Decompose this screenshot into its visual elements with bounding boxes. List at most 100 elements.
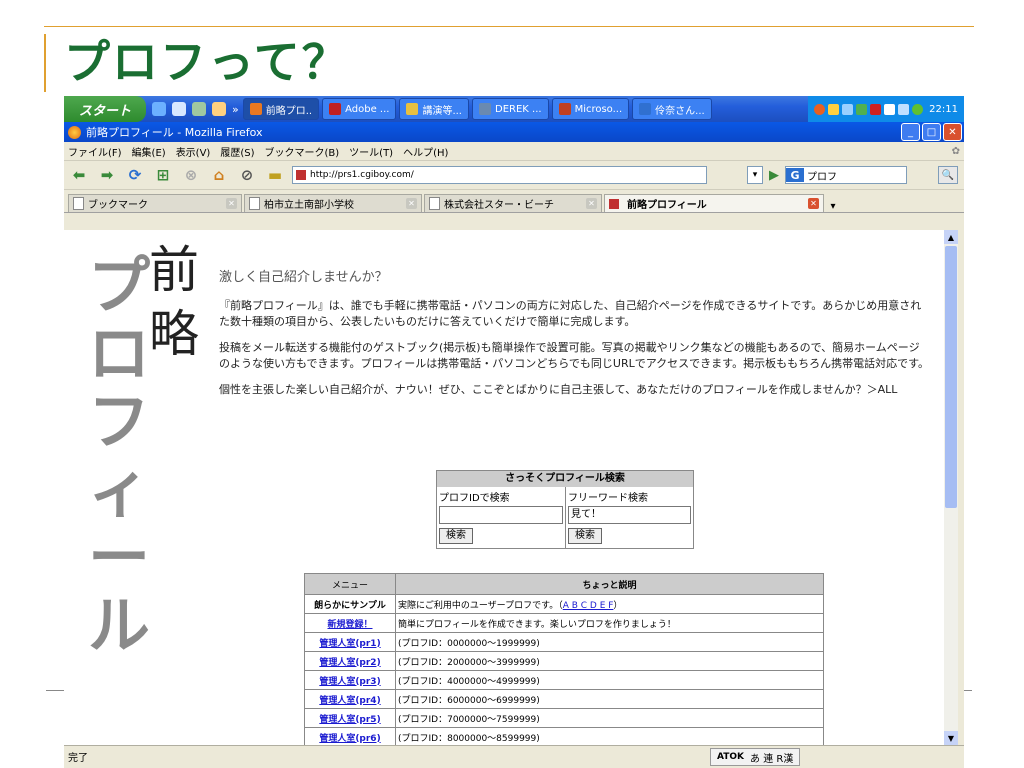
search-input[interactable]: G プロフ [785, 166, 907, 184]
media-icon[interactable] [192, 102, 206, 116]
tab-zenryaku-profile[interactable]: 前略プロフィール ✕ [604, 194, 824, 212]
scrollbar-thumb[interactable] [945, 246, 957, 508]
menu-link-admin-pr6[interactable]: 管理人室(pr6) [304, 727, 396, 745]
forward-button[interactable]: ➡ [96, 165, 118, 185]
minimize-button[interactable]: _ [901, 123, 920, 141]
search-go-icon[interactable]: 🔍 [938, 166, 958, 184]
menu-link-admin-pr4[interactable]: 管理人室(pr4) [304, 689, 396, 709]
pen-icon[interactable] [212, 102, 226, 116]
menu-bookmarks[interactable]: ブックマーク(B) [265, 144, 340, 159]
close-button[interactable]: ✕ [943, 123, 962, 141]
taskbar-item-firefox[interactable]: 前略プロ.. [242, 98, 320, 120]
tray-check-icon[interactable] [912, 103, 924, 115]
page-content: プロフィール 前略 激しく自己紹介しませんか？ 『前略プロフィール』は、誰でも手… [64, 230, 944, 745]
free-search-button[interactable]: 検索 [568, 528, 602, 544]
stop-button[interactable]: ⊗ [180, 165, 202, 185]
tab-school[interactable]: 柏市立土南部小学校 ✕ [244, 194, 422, 212]
site-favicon-icon [609, 198, 619, 209]
row-description: 実際にご利用中のユーザープロフです。（A B C D E F） [395, 594, 824, 614]
sample-links[interactable]: A B C D E F [563, 601, 614, 611]
row-description: (プロフID：0000000～1999999) [395, 632, 824, 652]
google-icon: G [786, 168, 804, 182]
row-description: (プロフID：4000000～4999999) [395, 670, 824, 690]
navigation-toolbar: ⬅ ➡ ⟳ ⊞ ⊗ ⌂ ⊘ ▬ http://prs1.cgiboy.com/ … [64, 161, 964, 190]
home-button[interactable]: ⌂ [208, 165, 230, 185]
ie-icon[interactable] [152, 102, 166, 116]
document-icon [73, 197, 84, 210]
tab-close-icon[interactable]: ✕ [226, 198, 237, 209]
menu-link-admin-pr3[interactable]: 管理人室(pr3) [304, 670, 396, 690]
document-icon [429, 197, 440, 210]
start-button[interactable]: スタート [64, 96, 146, 122]
id-search-column: プロフIDで検索 検索 [437, 487, 565, 548]
tab-close-icon[interactable]: ✕ [808, 198, 819, 209]
tab-bookmarks[interactable]: ブックマーク ✕ [68, 194, 242, 212]
reload-button[interactable]: ⟳ [124, 165, 146, 185]
logo-brush-text: 前略 [149, 241, 199, 363]
tray-app-icon[interactable] [828, 103, 840, 115]
tray-arrow-icon[interactable] [814, 103, 826, 115]
menu-link-admin-pr2[interactable]: 管理人室(pr2) [304, 651, 396, 671]
desktop-icon[interactable] [172, 102, 186, 116]
ime-brand: ATOK [717, 752, 745, 762]
intro-section: 激しく自己紹介しませんか？ 『前略プロフィール』は、誰でも手軽に携帯電話・パソコ… [219, 270, 929, 408]
firefox-icon [249, 103, 262, 115]
intro-heading: 激しく自己紹介しませんか？ [219, 270, 388, 285]
row-description: (プロフID：7000000～7599999) [395, 708, 824, 728]
menu-bar: ファイル(F) 編集(E) 表示(V) 履歴(S) ブックマーク(B) ツール(… [64, 142, 964, 161]
window-titlebar: 前略プロフィール - Mozilla Firefox _ □ ✕ [64, 122, 964, 142]
new-tab-icon[interactable]: ⊞ [152, 165, 174, 185]
quick-launch-more-icon[interactable]: » [232, 103, 239, 116]
tray-monitor-icon[interactable] [898, 103, 910, 115]
taskbar-item-derek[interactable]: DEREK ... [472, 98, 549, 120]
firefox-icon [68, 125, 81, 139]
menu-tools[interactable]: ツール(T) [349, 144, 393, 159]
quick-launch [152, 102, 226, 116]
tab-close-icon[interactable]: ✕ [406, 198, 417, 209]
tray-k-icon[interactable] [870, 103, 882, 115]
row-description: (プロフID：8000000～8599999) [395, 727, 824, 745]
menu-link-register[interactable]: 新規登録！ [304, 613, 396, 633]
maximize-button[interactable]: □ [922, 123, 941, 141]
back-button[interactable]: ⬅ [68, 165, 90, 185]
window-icon [479, 103, 491, 115]
menu-link-admin-pr1[interactable]: 管理人室(pr1) [304, 632, 396, 652]
scroll-up-icon[interactable]: ▲ [944, 230, 958, 244]
powerpoint-icon [558, 103, 571, 115]
tab-starbeach[interactable]: 株式会社スター・ビーチ ✕ [424, 194, 602, 212]
url-input[interactable]: http://prs1.cgiboy.com/ [292, 166, 707, 184]
menu-file[interactable]: ファイル(F) [68, 144, 122, 159]
intro-paragraph-3: 個性を主張した楽しい自己紹介が、ナウい！ぜひ、ここぞとばかりに自己主張して、あな… [219, 383, 898, 396]
tab-list-icon[interactable]: ▾ [826, 201, 840, 212]
row-description: (プロフID：2000000～3999999) [395, 651, 824, 671]
taskbar-item-microsoft[interactable]: Microso... [551, 98, 630, 120]
status-bar: 完了 ATOK あ 連 R漢 [64, 745, 964, 766]
menu-link-admin-pr5[interactable]: 管理人室(pr5) [304, 708, 396, 728]
taskbar-item-adobe[interactable]: Adobe ... [322, 98, 397, 120]
id-search-button[interactable]: 検索 [439, 528, 473, 544]
free-word-input[interactable]: 見て！ [568, 506, 691, 524]
taskbar-item-folder[interactable]: 講演等... [399, 98, 469, 120]
taskbar-item-ie[interactable]: 伶奈さん... [632, 98, 712, 120]
tab-close-icon[interactable]: ✕ [586, 198, 597, 209]
window-title: 前略プロフィール - Mozilla Firefox [86, 126, 263, 139]
bookmark-icon[interactable]: ▬ [264, 165, 286, 185]
menu-history[interactable]: 履歴(S) [220, 144, 254, 159]
vertical-scrollbar[interactable]: ▲ ▼ [944, 230, 958, 745]
slide-title: プロフって？ [64, 35, 350, 89]
scroll-down-icon[interactable]: ▼ [944, 731, 958, 745]
profile-id-input[interactable] [439, 506, 563, 524]
ime-toolbar[interactable]: ATOK あ 連 R漢 [710, 748, 801, 766]
menu-edit[interactable]: 編集(E) [132, 144, 166, 159]
tray-speaker-icon[interactable] [884, 103, 896, 115]
no-script-icon[interactable]: ⊘ [236, 165, 258, 185]
tray-network-icon[interactable] [842, 103, 854, 115]
row-description: 簡単にプロフィールを作成できます。楽しいプロフを作りましょう！ [395, 613, 824, 633]
adobe-icon [329, 103, 342, 115]
status-text: 完了 [68, 752, 88, 764]
tray-shield-icon[interactable] [856, 103, 868, 115]
go-arrow-icon[interactable]: ▶ [769, 168, 779, 183]
url-dropdown-icon[interactable]: ▾ [747, 166, 763, 184]
menu-help[interactable]: ヘルプ(H) [403, 144, 448, 159]
menu-view[interactable]: 表示(V) [176, 144, 211, 159]
